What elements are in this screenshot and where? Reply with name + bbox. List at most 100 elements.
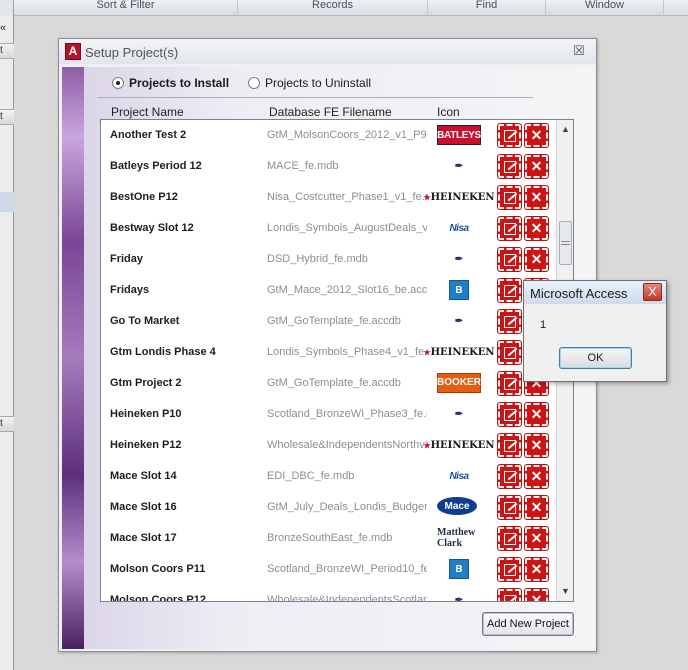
delete-project-icon[interactable]: ✕ bbox=[524, 588, 549, 601]
star-icon: ★ bbox=[423, 192, 431, 202]
project-logo-b-icon: B bbox=[449, 280, 469, 300]
project-row[interactable]: Another Test 2 GtM_MolsonCoors_2012_v1_P9… bbox=[101, 120, 557, 151]
project-filename: Scotland_BronzeWI_Period10_fe bbox=[267, 563, 427, 575]
edit-project-icon[interactable] bbox=[497, 216, 522, 241]
project-filename: DSD_Hybrid_fe.mdb bbox=[267, 253, 368, 265]
project-row[interactable]: Go To MarketGtM_GoTemplate_fe.accdb✒✕ bbox=[101, 306, 557, 337]
ribbon-group-records[interactable]: Records bbox=[238, 0, 428, 16]
delete-project-icon[interactable]: ✕ bbox=[524, 402, 549, 427]
project-row[interactable]: Molson Coors P11 Scotland_BronzeWI_Period… bbox=[101, 554, 557, 585]
delete-project-icon[interactable]: ✕ bbox=[524, 557, 549, 582]
message-box: Microsoft Access X 1 OK bbox=[523, 280, 667, 382]
dialog-side-decoration bbox=[62, 67, 84, 649]
delete-project-icon[interactable]: ✕ bbox=[524, 247, 549, 272]
delete-project-icon[interactable]: ✕ bbox=[524, 216, 549, 241]
edit-project-icon[interactable] bbox=[497, 340, 522, 365]
nav-group-header[interactable]: t bbox=[0, 109, 14, 125]
project-name: Fridays bbox=[110, 284, 150, 296]
column-header-icon: Icon bbox=[437, 105, 460, 119]
delete-project-icon[interactable]: ✕ bbox=[524, 123, 549, 148]
project-logo-pen-icon: ✒ bbox=[454, 160, 464, 172]
edit-project-icon[interactable] bbox=[497, 123, 522, 148]
dialog-titlebar[interactable]: A Setup Project(s) ☒ bbox=[59, 39, 596, 64]
edit-project-icon[interactable] bbox=[497, 526, 522, 551]
project-name: Bestway Slot 12 bbox=[110, 222, 194, 234]
dialog-close-icon[interactable]: ☒ bbox=[572, 44, 586, 58]
project-name: Mace Slot 14 bbox=[110, 470, 177, 482]
scroll-thumb[interactable] bbox=[559, 221, 572, 265]
project-name: Another Test 2 bbox=[110, 129, 187, 141]
project-name: BestOne P12 bbox=[110, 191, 178, 203]
edit-project-icon[interactable] bbox=[497, 154, 522, 179]
delete-project-icon[interactable]: ✕ bbox=[524, 185, 549, 210]
project-row[interactable]: Mace Slot 14 EDI_DBC_fe.mdb Nisa ✕ bbox=[101, 461, 557, 492]
radio-uninstall-label: Projects to Uninstall bbox=[265, 76, 372, 90]
project-row[interactable]: BestOne P12 Nisa_Costcutter_Phase1_v1_fe.… bbox=[101, 182, 557, 213]
edit-project-icon[interactable] bbox=[497, 433, 522, 458]
scroll-up-icon[interactable]: ▲ bbox=[559, 123, 572, 136]
edit-project-icon[interactable] bbox=[497, 185, 522, 210]
edit-project-icon[interactable] bbox=[497, 402, 522, 427]
radio-install-indicator[interactable] bbox=[112, 77, 124, 89]
project-row[interactable]: Heineken P10 Scotland_BronzeWI_Phase3_fe.… bbox=[101, 399, 557, 430]
delete-project-icon[interactable]: ✕ bbox=[524, 154, 549, 179]
project-name: Molson Coors P11 bbox=[110, 563, 206, 575]
scroll-down-icon[interactable]: ▼ bbox=[559, 585, 572, 598]
project-row[interactable]: Molson Coors P12 Wholesale&IndependentsSc… bbox=[101, 585, 557, 602]
edit-project-icon[interactable] bbox=[497, 588, 522, 601]
ribbon-group-find[interactable]: Find bbox=[428, 0, 546, 16]
radio-install-label: Projects to Install bbox=[129, 76, 230, 90]
message-box-close-icon[interactable]: X bbox=[643, 283, 662, 301]
project-row[interactable]: Gtm Londis Phase 4 Londis_Symbols_Phase4_… bbox=[101, 337, 557, 368]
nav-selected-item[interactable] bbox=[0, 192, 14, 212]
edit-project-icon[interactable] bbox=[497, 309, 522, 334]
ok-button[interactable]: OK bbox=[559, 347, 632, 369]
project-row[interactable]: Mace Slot 17 BronzeSouthEast_fe.mdb Matthe… bbox=[101, 523, 557, 554]
project-row[interactable]: Gtm Project 2 GtM_GoTemplate_fe.accdb BOOK… bbox=[101, 368, 557, 399]
project-logo-nisa-icon: Nisa bbox=[449, 222, 469, 234]
project-logo-mace-icon: Mace bbox=[437, 497, 477, 515]
divider bbox=[97, 97, 533, 98]
collapse-nav-icon[interactable]: « bbox=[0, 20, 14, 36]
add-new-project-button[interactable]: Add New Project bbox=[482, 612, 574, 636]
project-row[interactable]: Friday DSD_Hybrid_fe.mdb ✒ ✕ bbox=[101, 244, 557, 275]
nav-group-header[interactable]: t bbox=[0, 43, 14, 59]
project-filename: GtM_July_Deals_Londis_Budgens bbox=[267, 501, 427, 513]
edit-project-icon[interactable] bbox=[497, 495, 522, 520]
delete-project-icon[interactable]: ✕ bbox=[524, 495, 549, 520]
message-box-body: 1 OK bbox=[524, 304, 666, 381]
radio-projects-to-uninstall[interactable]: Projects to Uninstall bbox=[248, 75, 371, 91]
project-row[interactable]: Heineken P12 Wholesale&IndependentsNorthv… bbox=[101, 430, 557, 461]
message-box-titlebar[interactable]: Microsoft Access X bbox=[524, 281, 666, 304]
edit-project-icon[interactable] bbox=[497, 464, 522, 489]
project-filename: Londis_Symbols_Phase4_v1_fe.m bbox=[267, 346, 427, 358]
delete-project-icon[interactable]: ✕ bbox=[524, 526, 549, 551]
project-logo-heineken-icon: ★ HEINEKEN bbox=[423, 435, 494, 455]
edit-project-icon[interactable] bbox=[497, 557, 522, 582]
project-filename: BronzeSouthEast_fe.mdb bbox=[267, 532, 393, 544]
logo-text: HEINEKEN bbox=[430, 346, 495, 358]
delete-project-icon[interactable]: ✕ bbox=[524, 433, 549, 458]
logo-text: HEINEKEN bbox=[430, 191, 495, 203]
project-logo-pen-icon: ✒ bbox=[454, 253, 464, 265]
access-app-icon: A bbox=[65, 43, 81, 60]
nav-group-header[interactable]: t bbox=[0, 416, 14, 432]
ribbon-group-bar: Sort & Filter Records Find Window bbox=[0, 0, 688, 16]
star-icon: ★ bbox=[423, 440, 431, 450]
ribbon-group-window[interactable]: Window bbox=[546, 0, 664, 16]
delete-project-icon[interactable]: ✕ bbox=[524, 464, 549, 489]
project-logo-mclark-icon: Matthew Clark bbox=[437, 527, 476, 549]
radio-projects-to-install[interactable]: Projects to Install bbox=[112, 75, 229, 91]
project-filename: Wholesale&IndependentsScotlan bbox=[267, 594, 427, 602]
project-filename: Scotland_BronzeWI_Phase3_fe.m bbox=[267, 408, 427, 420]
project-row[interactable]: Mace Slot 16 GtM_July_Deals_Londis_Budgen… bbox=[101, 492, 557, 523]
project-row[interactable]: Bestway Slot 12 Londis_Symbols_AugustDeal… bbox=[101, 213, 557, 244]
project-list[interactable]: Molson Coors P12 Wholesale&IndependentsSc… bbox=[100, 119, 574, 602]
edit-project-icon[interactable] bbox=[497, 278, 522, 303]
project-row[interactable]: FridaysGtM_Mace_2012_Slot16_be.accdB✕ bbox=[101, 275, 557, 306]
ribbon-group-sort-filter[interactable]: Sort & Filter bbox=[14, 0, 238, 16]
edit-project-icon[interactable] bbox=[497, 371, 522, 396]
radio-uninstall-indicator[interactable] bbox=[248, 77, 260, 89]
edit-project-icon[interactable] bbox=[497, 247, 522, 272]
project-row[interactable]: Batleys Period 12 MACE_fe.mdb ✒ ✕ bbox=[101, 151, 557, 182]
